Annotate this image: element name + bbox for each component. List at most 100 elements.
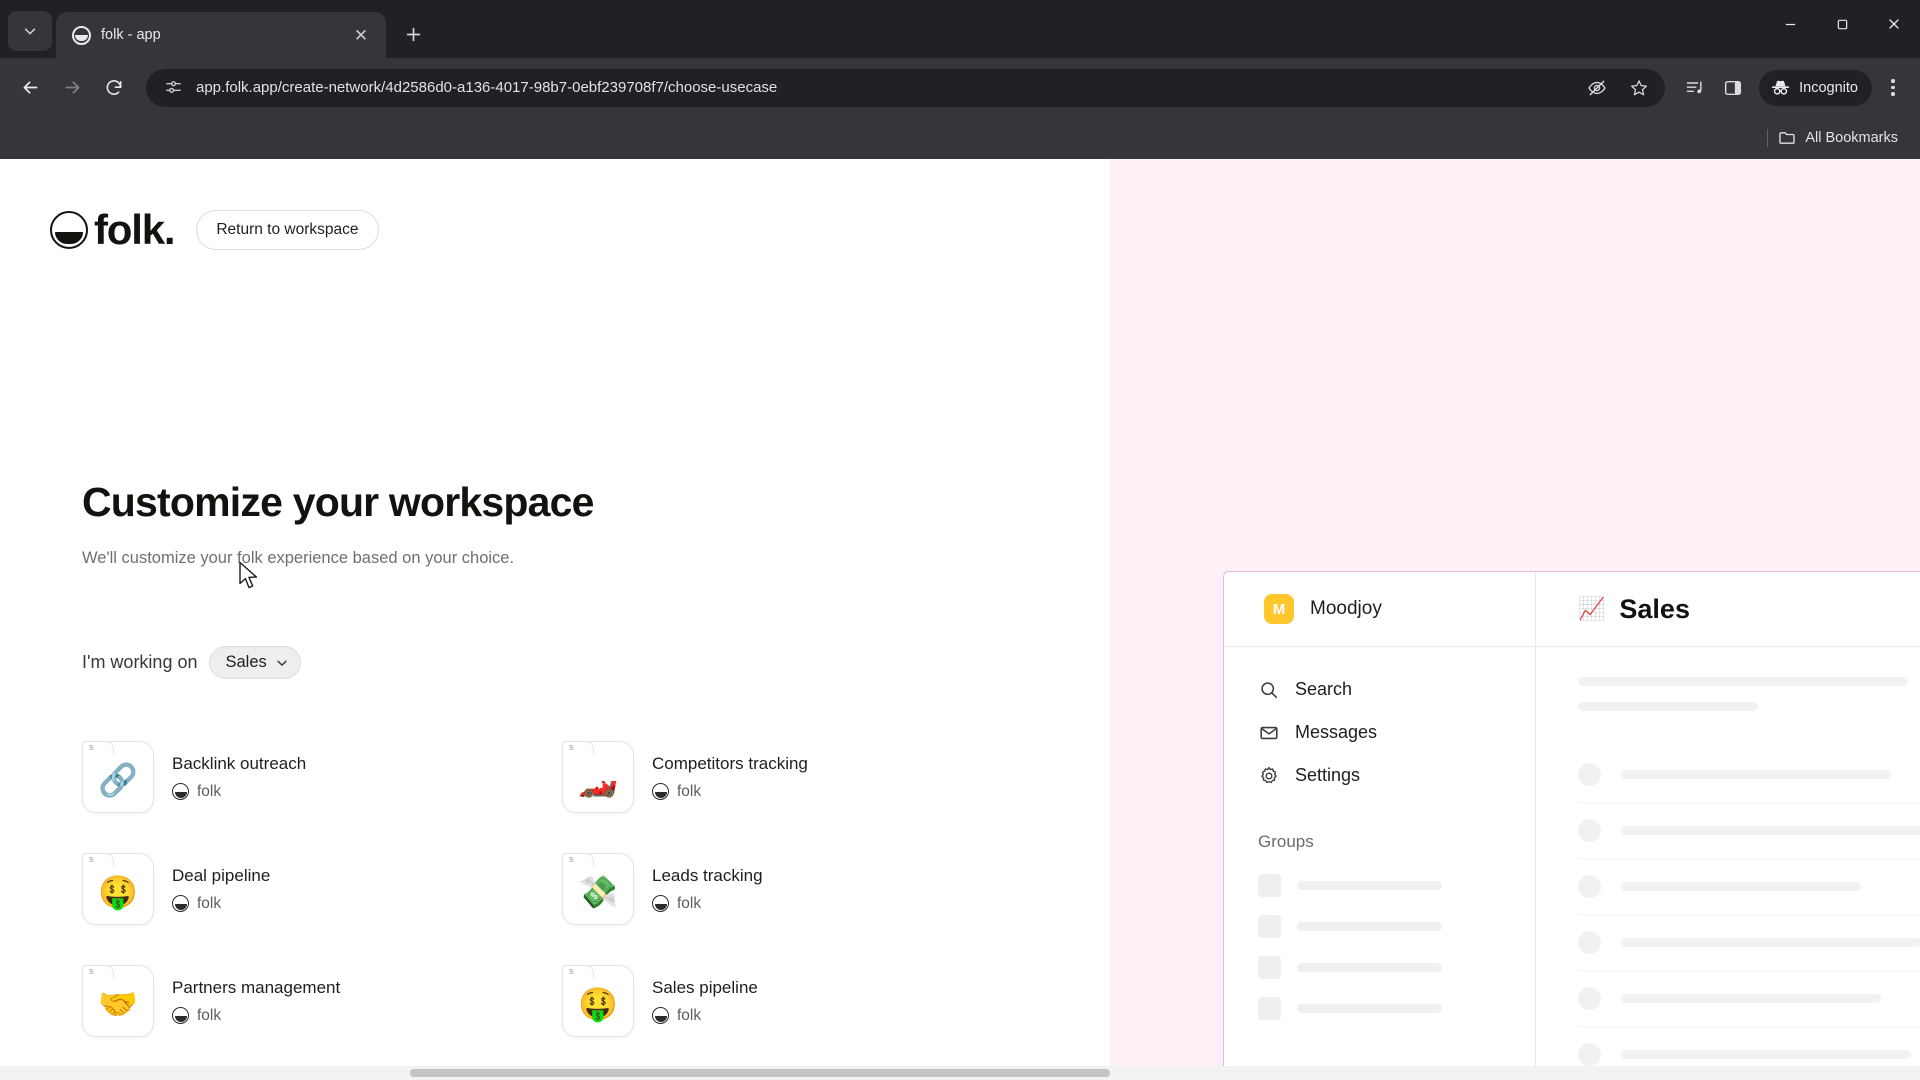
page-viewport: folk. Return to workspace Customize your… [0, 159, 1920, 1080]
tab-title: folk - app [101, 27, 161, 43]
eye-slash-icon[interactable] [1579, 70, 1615, 106]
incognito-indicator[interactable]: Incognito [1759, 69, 1872, 106]
gear-icon [1258, 765, 1279, 786]
skeleton-row [1578, 971, 1920, 1027]
folk-logo: folk. [50, 209, 176, 251]
browser-tab[interactable]: folk - app ✕ [56, 12, 386, 58]
sidebar-item-label: Search [1295, 679, 1353, 699]
reload-icon [106, 79, 122, 95]
groups-section-label: Groups [1258, 832, 1314, 851]
close-icon[interactable]: ✕ [348, 22, 374, 48]
card-title: Competitors tracking [652, 753, 808, 773]
scrollbar-thumb[interactable] [410, 1069, 1110, 1077]
side-panel-icon[interactable] [1715, 70, 1751, 106]
window-close-button[interactable] [1868, 0, 1920, 48]
tile-corner-label: s [569, 742, 574, 752]
usecase-card-grid: s 🔗 Backlink outreach folk s 🏎️ Competit… [82, 721, 1042, 1057]
card-body: Competitors tracking folk [652, 754, 808, 801]
card-folder-tile: s 🤑 [82, 853, 154, 925]
skeleton-square [1258, 956, 1281, 979]
avatar: M [1264, 594, 1294, 624]
usecase-select-value: Sales [225, 653, 267, 671]
skeleton-row [1578, 859, 1920, 915]
preview-main-title: Sales [1619, 593, 1690, 624]
card-body: Partners management folk [172, 978, 340, 1025]
skeleton-avatar [1578, 987, 1601, 1010]
card-title: Leads tracking [652, 865, 763, 885]
card-body: Sales pipeline folk [652, 978, 758, 1025]
groups-skeleton-list [1258, 874, 1535, 1020]
browser-toolbar: app.folk.app/create-network/4d2586d0-a13… [0, 58, 1920, 117]
tab-search-button[interactable] [8, 11, 52, 51]
three-dot-menu-icon[interactable] [1876, 69, 1910, 107]
skeleton-header-block [1578, 677, 1920, 711]
card-meta: folk [652, 895, 763, 913]
page-subtitle: We'll customize your folk experience bas… [82, 549, 515, 567]
horizontal-scrollbar[interactable] [0, 1066, 1920, 1080]
skeleton-row [1258, 956, 1535, 979]
sidebar-item-label: Messages [1295, 722, 1378, 742]
sidebar-item-messages[interactable]: Messages [1258, 722, 1535, 743]
url-text: app.folk.app/create-network/4d2586d0-a13… [196, 79, 778, 96]
card-body: Deal pipeline folk [172, 866, 270, 913]
usecase-card[interactable]: s 💸 Leads tracking folk [562, 833, 1042, 945]
preview-content-skeleton [1536, 647, 1920, 1080]
mouse-cursor [239, 561, 258, 589]
skeleton-bar [1297, 1004, 1442, 1013]
back-button[interactable] [10, 68, 50, 108]
reload-button[interactable] [94, 68, 134, 108]
folk-logo-icon [652, 783, 669, 800]
window-controls [1764, 0, 1920, 48]
usecase-card[interactable]: s 🏎️ Competitors tracking folk [562, 721, 1042, 833]
usecase-card[interactable]: s 🤝 Partners management folk [82, 945, 562, 1057]
folk-logo-icon [50, 211, 88, 249]
card-source: folk [197, 1006, 222, 1024]
sidebar-item-search[interactable]: Search [1258, 679, 1535, 700]
forward-button[interactable] [52, 68, 92, 108]
preview-workspace-header[interactable]: M Moodjoy [1224, 572, 1535, 647]
return-to-workspace-button[interactable]: Return to workspace [196, 210, 379, 250]
money-with-wings-icon: 💸 [578, 874, 618, 910]
skeleton-row [1578, 803, 1920, 859]
skeleton-row [1258, 997, 1535, 1020]
address-bar[interactable]: app.folk.app/create-network/4d2586d0-a13… [146, 68, 1666, 107]
folder-icon [1779, 132, 1796, 144]
sidebar-item-settings[interactable]: Settings [1258, 765, 1535, 786]
maximize-button[interactable] [1816, 0, 1868, 48]
skeleton-avatar [1578, 1043, 1601, 1066]
tile-corner-label: s [89, 966, 94, 976]
brand-row: folk. Return to workspace [50, 209, 379, 251]
all-bookmarks-button[interactable]: All Bookmarks [1778, 129, 1898, 147]
skeleton-bar [1621, 1050, 1911, 1059]
card-source: folk [677, 894, 702, 912]
card-folder-tile: s 🏎️ [562, 741, 634, 813]
card-source: folk [197, 782, 222, 800]
tile-corner-label: s [569, 966, 574, 976]
usecase-card[interactable]: s 🔗 Backlink outreach folk [82, 721, 562, 833]
preview-nav: Search Messages Settings [1224, 647, 1535, 786]
new-tab-button[interactable] [396, 17, 430, 51]
usecase-card[interactable]: s 🤑 Deal pipeline folk [82, 833, 562, 945]
usecase-select[interactable]: Sales [209, 646, 301, 679]
minimize-button[interactable] [1764, 0, 1816, 48]
maximize-icon [1837, 19, 1847, 29]
skeleton-bar [1578, 702, 1758, 711]
back-arrow-icon [23, 81, 37, 94]
skeleton-bar [1578, 677, 1908, 686]
skeleton-bar [1621, 770, 1891, 779]
chevron-down-icon [24, 28, 36, 35]
folk-logo-icon [172, 895, 189, 912]
usecase-card[interactable]: s 🤑 Sales pipeline folk [562, 945, 1042, 1057]
racing-car-icon: 🏎️ [578, 762, 618, 798]
card-folder-tile: s 💸 [562, 853, 634, 925]
skeleton-bar [1297, 922, 1442, 931]
page-settings-icon[interactable] [162, 79, 184, 96]
skeleton-avatar [1578, 763, 1601, 786]
bookmark-star-icon[interactable] [1621, 70, 1657, 106]
working-on-label: I'm working on [82, 652, 198, 672]
plus-icon [406, 27, 420, 41]
preview-main-header: 📈 Sales [1536, 572, 1920, 647]
media-playlist-icon[interactable] [1677, 70, 1713, 106]
card-source: folk [677, 782, 702, 800]
card-meta: folk [652, 783, 808, 801]
